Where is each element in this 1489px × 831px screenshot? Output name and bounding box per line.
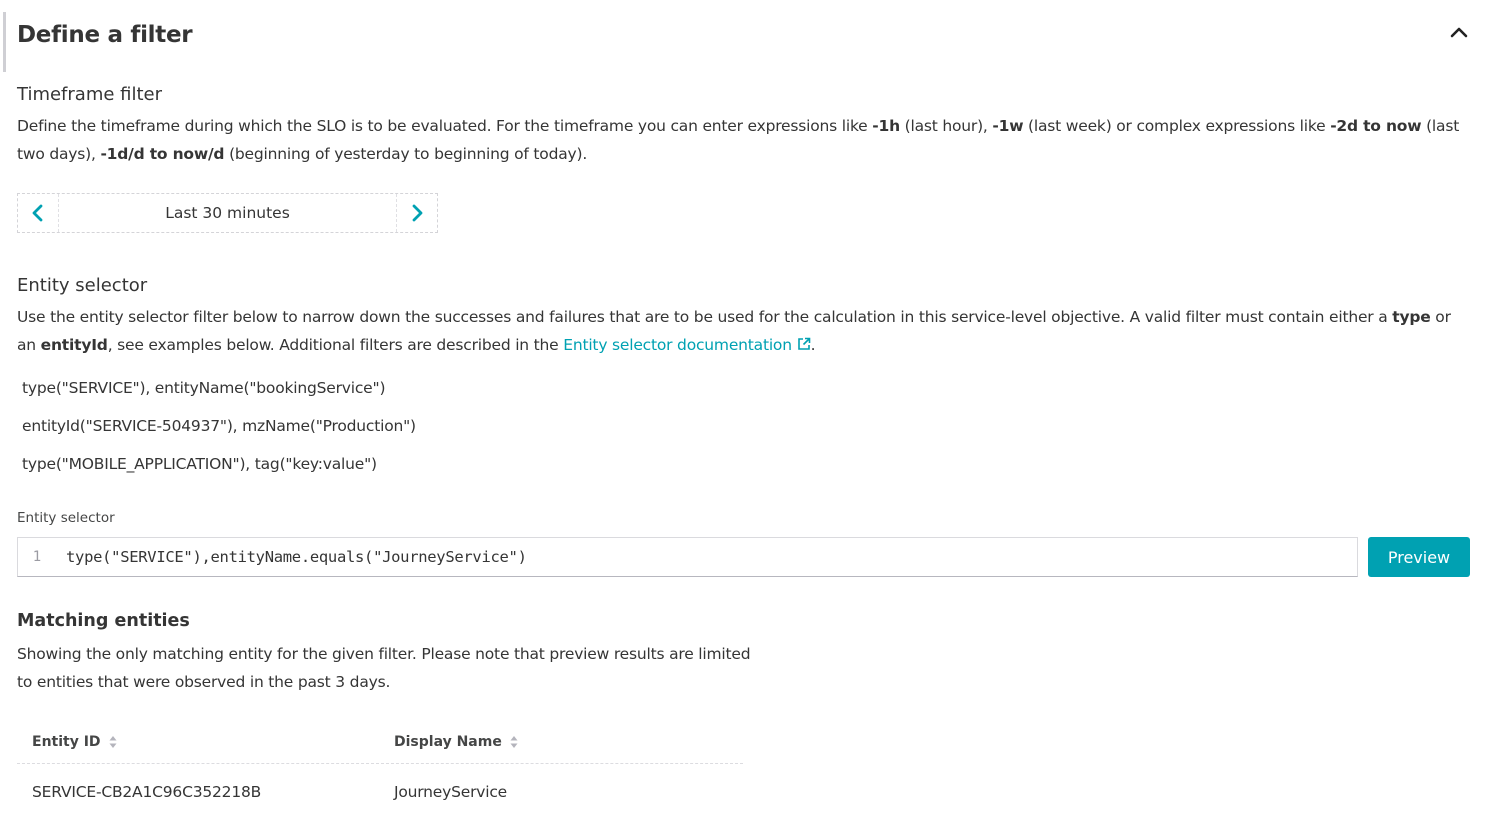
timeframe-selector: Last 30 minutes xyxy=(17,193,438,233)
column-header-entity-id[interactable]: Entity ID xyxy=(17,734,379,750)
external-link-icon xyxy=(797,337,810,350)
line-number: 1 xyxy=(32,549,42,565)
matching-entities-description: Showing the only matching entity for the… xyxy=(17,645,751,691)
sort-icon xyxy=(109,736,117,748)
entity-selector-editor[interactable]: 1 type("SERVICE"),entityName.equals("Jou… xyxy=(17,537,1358,577)
entity-selector-field-label: Entity selector xyxy=(17,510,115,526)
entity-selector-docs-link[interactable]: Entity selector documentation xyxy=(563,336,810,354)
chevron-right-icon xyxy=(412,204,423,222)
example-3: type("MOBILE_APPLICATION"), tag("key:val… xyxy=(22,455,377,473)
timeframe-previous-button[interactable] xyxy=(18,194,59,232)
example-2: entityId("SERVICE-504937"), mzName("Prod… xyxy=(22,417,416,435)
timeframe-description: Define the timeframe during which the SL… xyxy=(17,117,1460,163)
timeframe-value[interactable]: Last 30 minutes xyxy=(59,204,396,222)
matching-entities-table: Entity ID Display Name SERVICE-CB2A1C96C… xyxy=(17,721,743,820)
section-left-rule xyxy=(3,12,6,72)
entity-selector-code[interactable]: type("SERVICE"),entityName.equals("Journ… xyxy=(66,548,527,566)
chevron-up-icon xyxy=(1450,27,1468,38)
table-row: SERVICE-CB2A1C96C352218B JourneyService xyxy=(17,764,743,820)
entity-id-cell: SERVICE-CB2A1C96C352218B xyxy=(32,783,262,801)
preview-button[interactable]: Preview xyxy=(1368,537,1470,577)
timeframe-next-button[interactable] xyxy=(396,194,437,232)
entity-selector-description: Use the entity selector filter below to … xyxy=(17,308,1451,354)
sort-icon xyxy=(510,736,518,748)
timeframe-heading: Timeframe filter xyxy=(17,84,163,105)
section-title: Define a filter xyxy=(17,22,193,48)
display-name-cell: JourneyService xyxy=(394,783,507,801)
column-header-display-name[interactable]: Display Name xyxy=(379,734,743,750)
collapse-button[interactable] xyxy=(1446,20,1472,46)
entity-selector-heading: Entity selector xyxy=(17,275,148,296)
table-header: Entity ID Display Name xyxy=(17,721,743,764)
chevron-left-icon xyxy=(32,204,43,222)
example-1: type("SERVICE"), entityName("bookingServ… xyxy=(22,379,386,397)
matching-entities-heading: Matching entities xyxy=(17,611,190,631)
